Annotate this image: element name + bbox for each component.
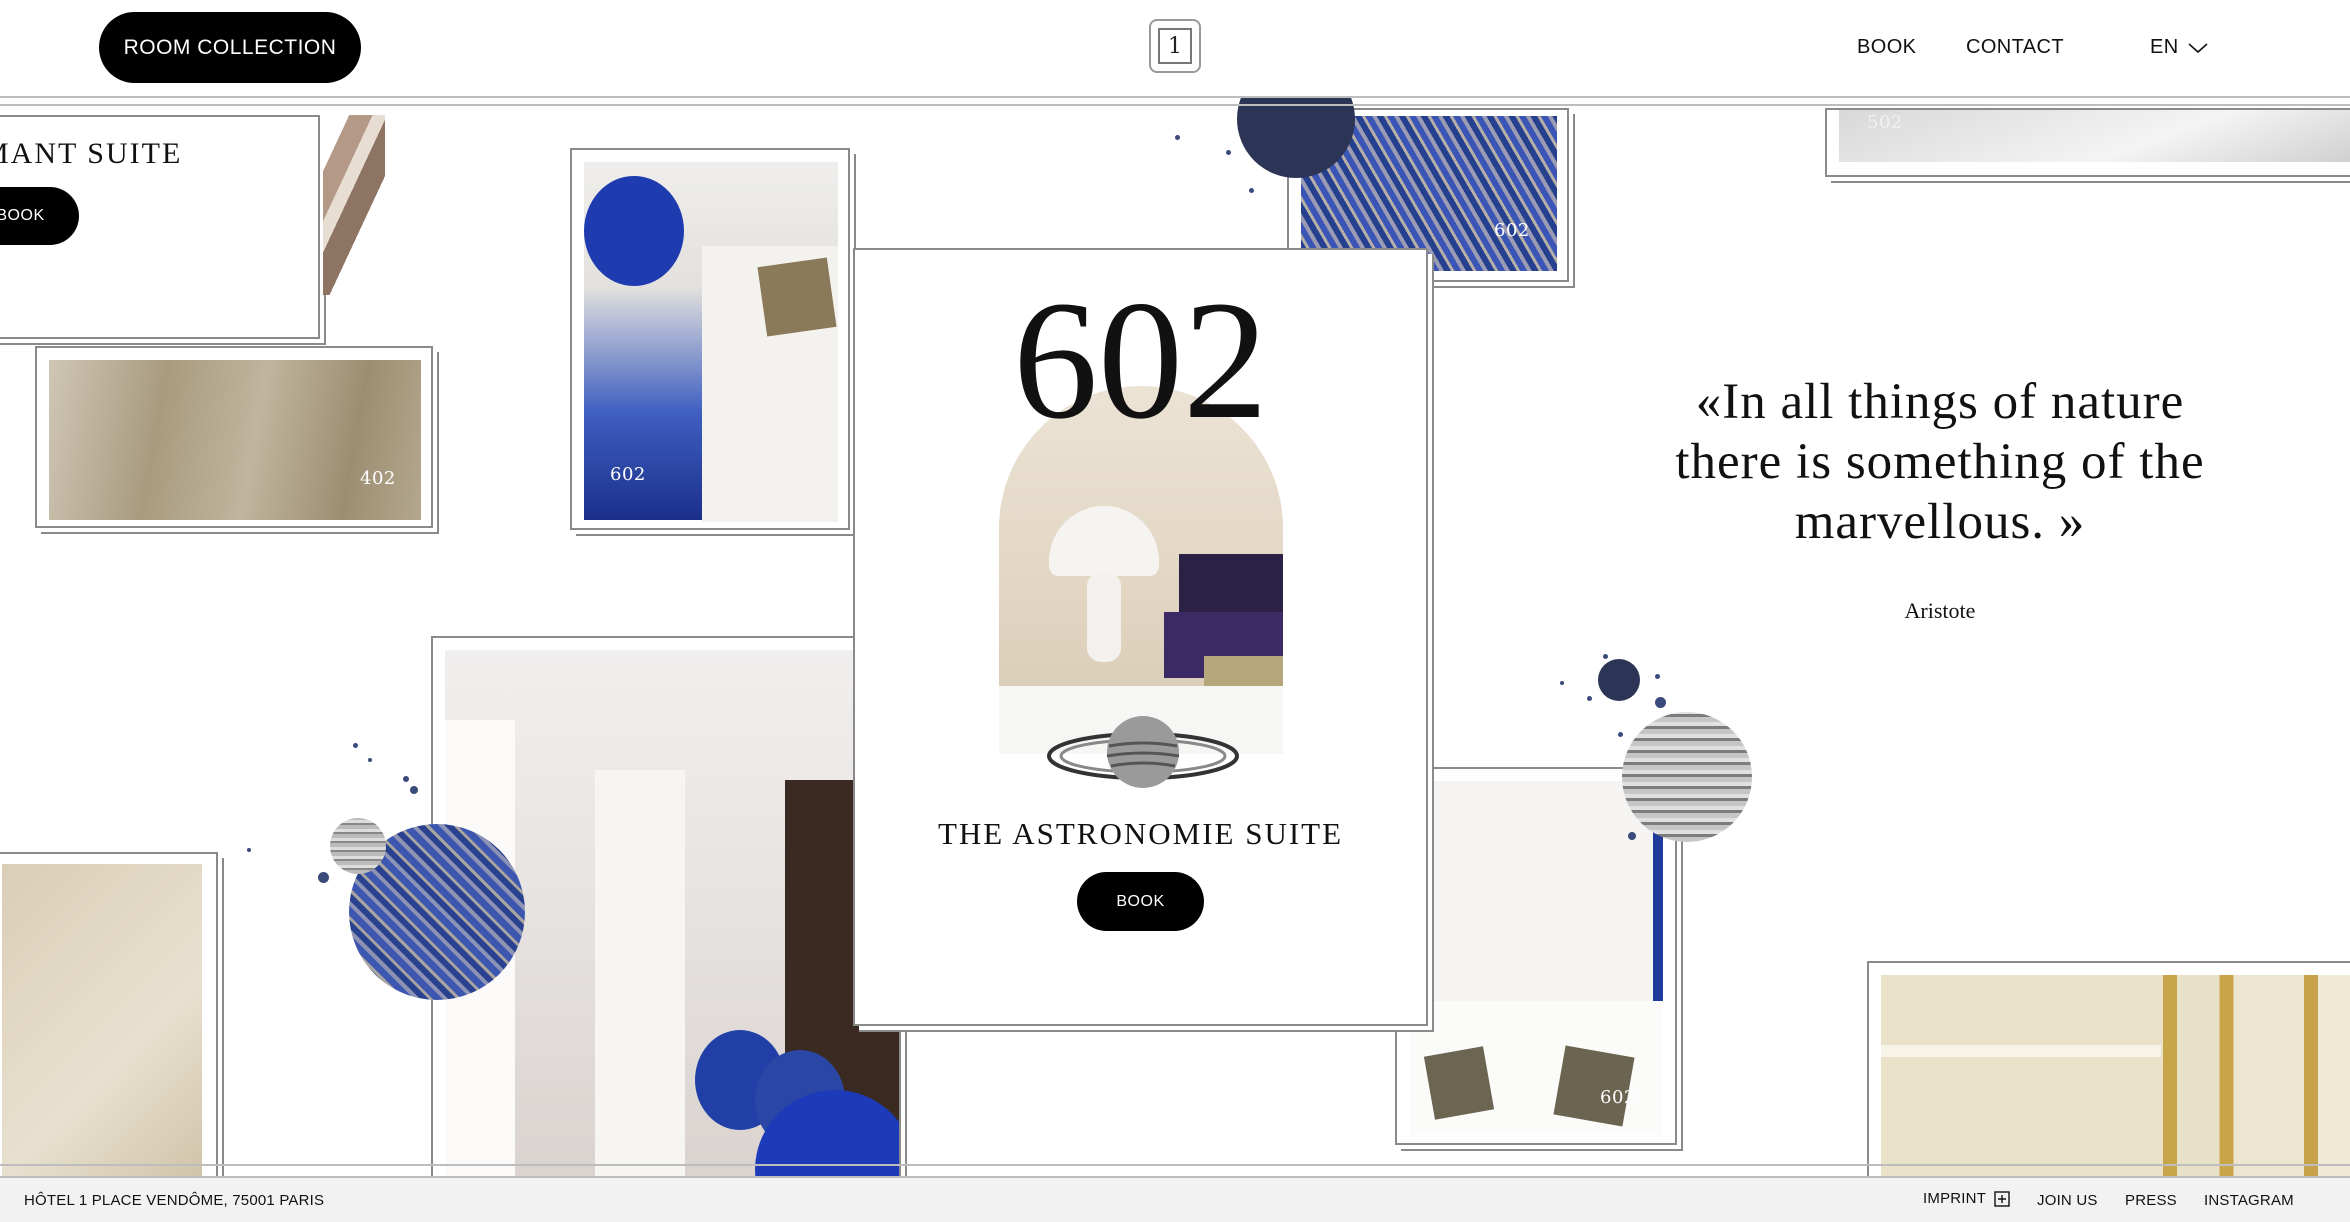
star-dot	[1587, 696, 1592, 701]
grey-moon-right	[1622, 712, 1752, 842]
hotel-logo[interactable]: 1	[1149, 19, 1201, 73]
curtain-right	[595, 770, 685, 1186]
footer-address: HÔTEL 1 PLACE VENDÔME, 75001 PARIS	[24, 1192, 325, 1209]
beige-fabric-swatch: 402	[35, 346, 433, 528]
footer-join-us-link[interactable]: JOIN US	[2037, 1192, 2098, 1209]
left-suite-title: MANT SUITE	[0, 137, 183, 170]
suite-title: THE ASTRONOMIE SUITE	[937, 816, 1344, 851]
star-dot	[1603, 654, 1608, 659]
language-label: EN	[2150, 36, 2179, 58]
chevron-down-icon	[2188, 42, 2208, 53]
main-suite-card: 602 THE ASTRONOMIE SUITE BOOK	[853, 248, 1428, 1026]
purple-cushion	[1179, 554, 1283, 614]
gold-room-image	[1881, 975, 2350, 1183]
footer-press-link[interactable]: PRESS	[2125, 1192, 2177, 1209]
top-right-photo: 502	[1825, 108, 2350, 177]
living-room-photo: 602	[570, 148, 850, 530]
quote-author: Aristote	[1904, 598, 1976, 623]
cushions-photo: 602	[1395, 767, 1677, 1145]
star-dot	[353, 743, 358, 748]
beige-swatch-label: 402	[360, 468, 396, 489]
imprint-label: IMPRINT	[1923, 1190, 1987, 1207]
left-suite-book-button[interactable]: BOOK	[0, 187, 79, 245]
language-selector[interactable]: EN	[2150, 36, 2209, 59]
main-book-button[interactable]: BOOK	[1077, 872, 1204, 931]
footer-instagram-link[interactable]: INSTAGRAM	[2204, 1192, 2294, 1209]
logo-mark: 1	[1158, 28, 1192, 64]
star-dot	[410, 786, 418, 794]
footer-imprint-link[interactable]: IMPRINT	[1923, 1190, 2010, 1207]
moulding	[1881, 1045, 2161, 1057]
top-right-image	[1839, 110, 2350, 162]
left-suite-card: MANT SUITE BOOK	[0, 115, 320, 339]
star-dot	[1618, 732, 1623, 737]
saturn-illustration	[1047, 716, 1239, 788]
blue-fabric-label: 602	[1494, 220, 1530, 241]
navy-moon	[1598, 659, 1640, 701]
nav-contact-link[interactable]: CONTACT	[1966, 36, 2064, 59]
star-dot	[1226, 150, 1231, 155]
star-dot	[368, 758, 372, 762]
white-lamp-shade	[1049, 506, 1159, 576]
star-dot	[403, 776, 409, 782]
footer-divider	[0, 1164, 2350, 1166]
cushion	[757, 257, 837, 337]
top-right-label: 502	[1867, 112, 1903, 133]
ribbon-image	[323, 115, 385, 295]
quote-text: «In all things of nature there is someth…	[1675, 374, 2205, 550]
star-dot	[1628, 832, 1636, 840]
bottom-left-beige-image	[2, 864, 202, 1184]
lamp-base	[1087, 572, 1121, 662]
living-room-label: 602	[610, 464, 646, 485]
suite-number: 602	[1013, 266, 1268, 454]
blue-armchair	[584, 176, 684, 286]
star-dot	[1560, 681, 1564, 685]
beige-fabric-image	[49, 360, 421, 520]
star-dot	[1655, 697, 1666, 708]
cushion-right	[1553, 1045, 1635, 1127]
cushions-image	[1409, 781, 1663, 1135]
cushions-label: 602	[1600, 1087, 1636, 1108]
room-collection-button[interactable]: ROOM COLLECTION	[99, 12, 361, 83]
grey-moon	[330, 818, 386, 874]
star-dot	[1655, 674, 1660, 679]
gold-room-photo	[1867, 961, 2350, 1185]
site-footer: HÔTEL 1 PLACE VENDÔME, 75001 PARIS IMPRI…	[0, 1176, 2350, 1222]
site-header: ROOM COLLECTION 1 BOOK CONTACT EN	[0, 0, 2350, 98]
star-dot	[318, 872, 329, 883]
star-dot	[247, 848, 251, 852]
plus-box-icon	[1994, 1190, 2010, 1207]
star-dot	[1249, 188, 1254, 193]
bottom-left-beige-photo	[0, 852, 218, 1186]
cushion-left	[1423, 1046, 1495, 1120]
star-dot	[1175, 135, 1180, 140]
nav-book-link[interactable]: BOOK	[1857, 36, 1916, 59]
header-divider	[0, 104, 2350, 106]
